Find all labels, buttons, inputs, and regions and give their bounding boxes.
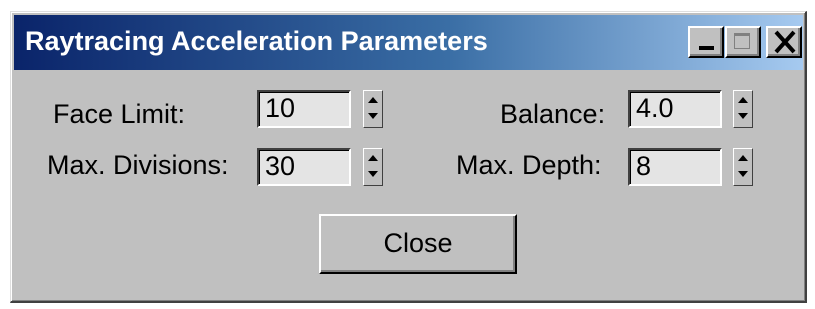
close-button[interactable]: Close <box>319 214 517 274</box>
face-limit-label: Face Limit: <box>53 99 186 129</box>
close-icon <box>773 29 797 55</box>
balance-spinner[interactable] <box>733 90 753 128</box>
max-divisions-spinner[interactable] <box>363 148 383 186</box>
balance-label: Balance: <box>500 99 606 129</box>
minimize-button[interactable] <box>688 26 724 58</box>
max-depth-spinner[interactable] <box>733 148 753 186</box>
face-limit-spinner[interactable] <box>363 90 383 128</box>
spin-down-icon[interactable] <box>734 109 752 127</box>
spin-up-icon[interactable] <box>364 149 382 167</box>
window-title: Raytracing Acceleration Parameters <box>25 26 488 56</box>
spin-down-icon[interactable] <box>364 109 382 127</box>
dialog-window: Raytracing Acceleration Parameters Face … <box>10 11 807 303</box>
spin-up-icon[interactable] <box>734 91 752 109</box>
max-depth-field[interactable]: 8 <box>628 148 722 186</box>
spin-up-icon[interactable] <box>364 91 382 109</box>
spin-down-icon[interactable] <box>734 167 752 185</box>
close-window-button[interactable] <box>766 26 802 58</box>
maximize-icon <box>734 33 750 49</box>
title-bar[interactable]: Raytracing Acceleration Parameters <box>14 15 803 70</box>
max-depth-label: Max. Depth: <box>456 150 602 180</box>
face-limit-field[interactable]: 10 <box>257 90 351 128</box>
spin-up-icon[interactable] <box>734 149 752 167</box>
balance-field[interactable]: 4.0 <box>628 90 722 128</box>
maximize-button[interactable] <box>725 26 761 58</box>
minimize-icon <box>699 46 714 50</box>
max-divisions-field[interactable]: 30 <box>257 148 351 186</box>
spin-down-icon[interactable] <box>364 167 382 185</box>
max-divisions-label: Max. Divisions: <box>47 150 229 180</box>
